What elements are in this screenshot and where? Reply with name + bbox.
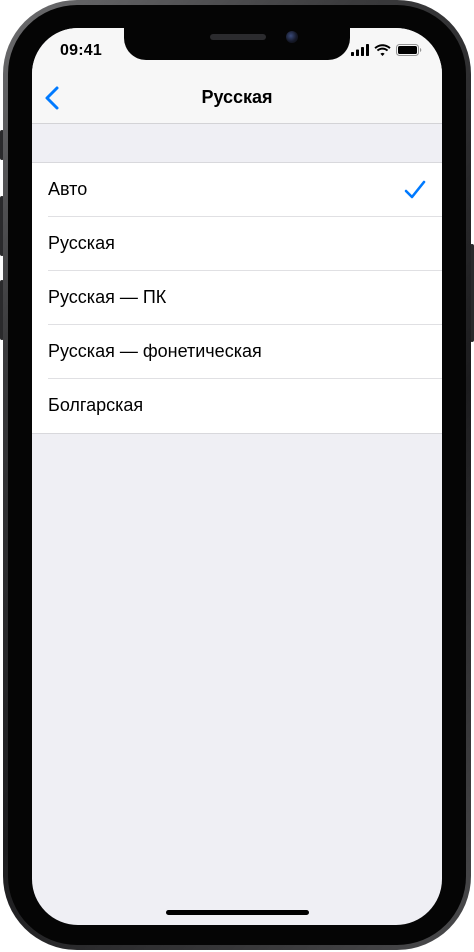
list-item-label: Русская — ПК <box>48 287 167 307</box>
list-item-label: Болгарская <box>48 395 144 415</box>
list-item-bulgarian[interactable]: Болгарская <box>32 379 442 433</box>
list-item-label: Русская <box>48 233 115 253</box>
cellular-signal-icon <box>351 44 369 56</box>
home-indicator[interactable] <box>166 910 309 915</box>
screen: 09:41 Русская Авто Русская Русская — ПК … <box>32 28 442 925</box>
list-item-label: Русская — фонетическая <box>48 341 262 361</box>
list-item-russian-pc[interactable]: Русская — ПК <box>32 271 442 325</box>
wifi-icon <box>374 44 391 56</box>
page-title: Русская <box>201 87 273 107</box>
status-icons <box>351 44 422 56</box>
front-camera <box>286 31 298 43</box>
notch <box>124 28 350 60</box>
list-item-auto[interactable]: Авто <box>32 163 442 217</box>
list-item-russian[interactable]: Русская <box>32 217 442 271</box>
status-time: 09:41 <box>60 42 102 59</box>
speaker-grille <box>210 34 266 40</box>
checkmark-icon <box>404 180 426 199</box>
list-item-russian-phonetic[interactable]: Русская — фонетическая <box>32 325 442 379</box>
battery-icon <box>396 44 422 56</box>
navigation-bar: Русская <box>32 72 442 124</box>
keyboard-layout-list: Авто Русская Русская — ПК Русская — фоне… <box>32 162 442 434</box>
list-item-label: Авто <box>48 179 88 199</box>
